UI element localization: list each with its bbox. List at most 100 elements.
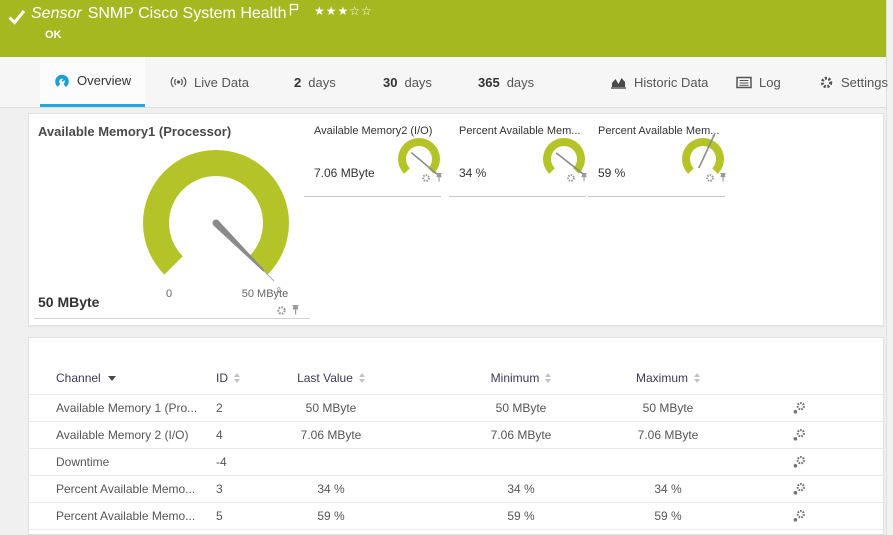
last-value: 34 % <box>271 482 391 496</box>
column-header-id[interactable]: ID <box>216 371 271 385</box>
channel-name: Available Memory 2 (I/O) <box>56 428 216 442</box>
column-header-channel[interactable]: Channel <box>56 371 216 385</box>
sort-icon <box>359 373 365 383</box>
tab-historic-data-label: Historic Data <box>634 75 708 90</box>
priority-flag-icon[interactable] <box>289 3 299 21</box>
last-value: 59 % <box>271 509 391 523</box>
channel-id: 3 <box>216 482 271 496</box>
sensor-status-header: Sensor SNMP Cisco System Health ★★★☆☆ OK <box>0 0 886 57</box>
channels-table-panel: Channel ID Last Value Minimum Maximum <box>28 337 884 535</box>
main-gauge: x̄ <box>136 143 296 303</box>
gear-icon[interactable] <box>421 173 431 183</box>
log-list-icon <box>736 76 752 89</box>
tab-overview-label: Overview <box>77 73 131 88</box>
channel-id: 4 <box>216 428 271 442</box>
main-gauge-title: Available Memory1 (Processor) <box>38 124 231 139</box>
pin-icon[interactable] <box>291 304 300 316</box>
edit-channel-icon[interactable] <box>781 401 817 415</box>
gear-icon[interactable] <box>276 305 287 316</box>
channel-id: -4 <box>216 455 271 469</box>
minimum-value: 59 % <box>431 509 611 523</box>
mini-gauge-panel: Percent Available Mem... 34 % <box>449 125 586 197</box>
channel-name: Percent Available Memo... <box>56 509 216 523</box>
area-chart-icon <box>610 76 627 89</box>
gauge-icon <box>54 73 70 89</box>
edit-channel-icon[interactable] <box>781 455 817 469</box>
gear-icon <box>819 75 834 90</box>
tab-30-days[interactable]: 30 days <box>383 57 432 107</box>
main-gauge-value: 50 MByte <box>38 294 99 310</box>
tab-overview[interactable]: Overview <box>40 57 145 107</box>
gear-icon[interactable] <box>705 173 715 183</box>
channel-id: 5 <box>216 509 271 523</box>
edit-channel-icon[interactable] <box>781 482 817 496</box>
last-value: 7.06 MByte <box>271 428 391 442</box>
tab-live-data-label: Live Data <box>194 75 249 90</box>
pin-icon[interactable] <box>580 172 588 183</box>
tab-2-days-number: 2 <box>294 75 301 90</box>
table-row: Available Memory 2 (I/O) 4 7.06 MByte 7.… <box>29 422 883 449</box>
maximum-value: 34 % <box>611 482 725 496</box>
sensor-type-label: Sensor <box>31 5 82 22</box>
column-header-last-value[interactable]: Last Value <box>271 371 391 385</box>
last-value: 50 MByte <box>271 401 391 415</box>
pin-icon[interactable] <box>719 172 727 183</box>
maximum-value: 7.06 MByte <box>611 428 725 442</box>
tab-2-days[interactable]: 2 days <box>294 57 336 107</box>
main-gauge-divider <box>34 318 310 319</box>
gear-icon[interactable] <box>566 173 576 183</box>
sort-icon <box>234 373 240 383</box>
tab-historic-data[interactable]: Historic Data <box>610 57 708 107</box>
tab-log[interactable]: Log <box>736 57 781 107</box>
mini-gauge-panel: Available Memory2 (I/O) 7.06 MByte <box>304 125 441 197</box>
maximum-value: 59 % <box>611 509 725 523</box>
prtg-sensor-page: SensorSNMP Cisco System Health ★★★☆☆ OK … <box>0 0 893 535</box>
tab-settings-label: Settings <box>841 75 888 90</box>
main-gauge-scale-max: 50 MByte <box>229 288 301 300</box>
mini-gauge-value: 34 % <box>459 166 486 180</box>
minimum-value: 34 % <box>431 482 611 496</box>
mini-gauge-actions <box>705 172 727 183</box>
tab-365-days[interactable]: 365 days <box>478 57 534 107</box>
channel-name: Percent Available Memo... <box>56 482 216 496</box>
minimum-value: 7.06 MByte <box>431 428 611 442</box>
main-gauge-scale-min: 0 <box>159 288 179 300</box>
table-header-row: Channel ID Last Value Minimum Maximum <box>29 338 883 395</box>
edit-channel-icon[interactable] <box>781 509 817 523</box>
sensor-name: SNMP Cisco System Health <box>88 5 287 22</box>
pin-icon[interactable] <box>435 172 443 183</box>
minimum-value: 50 MByte <box>431 401 611 415</box>
table-row: Percent Available Memo... 5 59 % 59 % 59… <box>29 503 883 530</box>
column-header-maximum[interactable]: Maximum <box>611 371 725 385</box>
mini-gauge-value: 7.06 MByte <box>314 166 375 180</box>
mini-gauge-actions <box>566 172 588 183</box>
table-row: Percent Available Memo... 3 34 % 34 % 34… <box>29 476 883 503</box>
channel-name: Available Memory 1 (Pro... <box>56 401 216 415</box>
sensor-rating-stars[interactable]: ★★★☆☆ <box>314 4 373 18</box>
page-title: Sensor SNMP Cisco System Health <box>31 5 287 23</box>
mini-gauge-panel: Percent Available Mem... 59 % <box>588 125 725 197</box>
tab-30-days-label: days <box>404 75 431 90</box>
tab-settings[interactable]: Settings <box>819 57 888 107</box>
status-ok-check-icon <box>8 9 26 30</box>
gauges-panel: Available Memory1 (Processor) x̄ 0 50 MB… <box>28 113 884 326</box>
column-header-minimum[interactable]: Minimum <box>431 371 611 385</box>
tab-live-data[interactable]: Live Data <box>170 57 249 107</box>
mini-gauge-value: 59 % <box>598 166 625 180</box>
main-gauge-actions <box>276 304 300 316</box>
mini-gauge-actions <box>421 172 443 183</box>
table-row: Available Memory 1 (Pro... 2 50 MByte 50… <box>29 395 883 422</box>
status-badge: OK <box>45 29 62 41</box>
tab-365-days-number: 365 <box>478 75 500 90</box>
sort-icon <box>694 373 700 383</box>
channel-name: Downtime <box>56 455 216 469</box>
tab-30-days-number: 30 <box>383 75 397 90</box>
sort-desc-icon <box>108 376 116 381</box>
tab-365-days-label: days <box>507 75 534 90</box>
sort-icon <box>545 373 551 383</box>
table-row: Downtime -4 <box>29 449 883 476</box>
edit-channel-icon[interactable] <box>781 428 817 442</box>
maximum-value: 50 MByte <box>611 401 725 415</box>
tab-2-days-label: days <box>308 75 335 90</box>
sensor-tab-bar: Overview Live Data 2 days 30 days 365 da… <box>0 57 886 108</box>
